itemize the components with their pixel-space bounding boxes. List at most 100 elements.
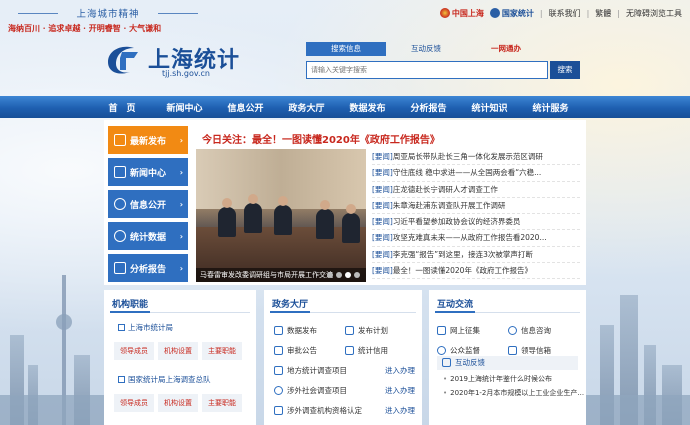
- news-item[interactable]: [要闻]周亚局长带队赴长三角一体化发展示范区调研: [372, 149, 580, 166]
- feedback-header[interactable]: 互动反馈: [437, 356, 578, 370]
- link-cn-shanghai[interactable]: 中国上海: [439, 8, 484, 19]
- sidetab-info-public[interactable]: 信息公开 ›: [108, 190, 188, 218]
- nav-home[interactable]: 首 页: [102, 101, 142, 114]
- top-links: 中国上海 国家统计 | 联系我们 | 繁體 | 无障碍浏览工具: [439, 6, 682, 20]
- city-skyline-right: [580, 255, 690, 425]
- interact-consult[interactable]: 信息咨询: [508, 320, 579, 340]
- chevron-right-icon: ›: [179, 199, 183, 209]
- news-item[interactable]: [要闻]庄龙德赴长宁调研人才调查工作: [372, 182, 580, 198]
- org2-leaders-button[interactable]: 领导成员: [114, 394, 154, 412]
- org-sh-stats-bureau[interactable]: 上海市统计局: [118, 322, 173, 333]
- logo-mark-icon: [108, 46, 138, 74]
- search-tab-onenet[interactable]: 一网通办: [466, 42, 546, 56]
- newspaper-icon: [114, 166, 126, 178]
- side-tabs: 最新发布 › 新闻中心 › 信息公开 › 统计数据 › 分析报告 ›: [108, 126, 188, 286]
- carousel-dots: [327, 272, 360, 278]
- feedback-item[interactable]: 2020年1-2月本市规模以上工业企业生产...: [443, 388, 584, 398]
- nav-gov-hall[interactable]: 政务大厅: [276, 101, 337, 114]
- news-item[interactable]: [要闻]守住底线 稳中求进——从全国两会看“六稳...: [372, 165, 580, 182]
- panel-interaction: 互动交流 网上征集 信息咨询 公众监督 领导信箱 互动反馈 2019上海统计年鉴…: [429, 290, 586, 425]
- carousel-dot[interactable]: [327, 272, 333, 278]
- panel-gov-hall: 政务大厅 数据发布 发布计划 审批公告 统计信用 地方统计调查项目 进入办理 涉外…: [264, 290, 422, 425]
- headline-link[interactable]: 今日关注：最全！一图读懂2020年《政府工作报告》: [202, 131, 440, 146]
- search-tab-info[interactable]: 搜索信息: [306, 42, 386, 56]
- mail-icon: [508, 345, 517, 355]
- globe-icon: [274, 385, 283, 395]
- carousel-dot[interactable]: [336, 272, 342, 278]
- chevron-right-icon: ›: [179, 263, 183, 273]
- news-item[interactable]: [要闻]李克强“报告”到这里，接连3次被掌声打断: [372, 247, 580, 264]
- chart-icon: [274, 325, 283, 335]
- link-national-stats[interactable]: 国家统计: [489, 8, 534, 19]
- certificate-icon: [274, 405, 283, 415]
- chevron-right-icon: ›: [179, 135, 183, 145]
- org1-structure-button[interactable]: 机构设置: [158, 342, 198, 360]
- carousel-dot[interactable]: [354, 272, 360, 278]
- nav-knowledge[interactable]: 统计知识: [459, 101, 520, 114]
- site-url: tjj.sh.gov.cn: [162, 69, 211, 78]
- building-icon: [118, 376, 125, 383]
- chevron-right-icon: ›: [179, 231, 183, 241]
- service-local-survey[interactable]: 地方统计调查项目 进入办理: [274, 360, 416, 380]
- search-input[interactable]: [306, 61, 548, 79]
- search-tab-feedback[interactable]: 互动反馈: [386, 42, 466, 56]
- news-photo-carousel[interactable]: 马春雷审发改委调研组与市局开展工作交流: [196, 149, 366, 282]
- slogan-subtitle: 海纳百川 · 追求卓越 · 开明睿智 · 大气谦和: [8, 23, 162, 33]
- interact-online-collect[interactable]: 网上征集: [437, 320, 508, 340]
- comment-icon: [442, 358, 451, 367]
- org1-functions-button[interactable]: 主要职能: [202, 342, 242, 360]
- enter-link[interactable]: 进入办理: [385, 365, 415, 376]
- link-accessibility[interactable]: 无障碍浏览工具: [626, 8, 682, 19]
- panel-title: 政务大厅: [272, 300, 309, 310]
- news-item[interactable]: [要闻]朱章海赴浦东调查队开展工作调研: [372, 198, 580, 215]
- nav-info-public[interactable]: 信息公开: [215, 101, 276, 114]
- news-item[interactable]: [要闻]习近平看望参加政协会议的经济界委员: [372, 214, 580, 231]
- feedback-item[interactable]: 2019上海统计年鉴什么时候公布: [443, 374, 552, 384]
- shield-icon: [345, 345, 354, 355]
- gov-release-plan[interactable]: 发布计划: [345, 320, 416, 340]
- edit-icon: [345, 325, 354, 335]
- nav-analysis[interactable]: 分析报告: [398, 101, 459, 114]
- nav-services[interactable]: 统计服务: [520, 101, 581, 114]
- panel-title: 互动交流: [437, 300, 474, 310]
- nav-news[interactable]: 新闻中心: [154, 101, 215, 114]
- org-nbs-survey-team[interactable]: 国家统计局上海调查总队: [118, 374, 211, 385]
- user-icon: [437, 345, 446, 355]
- news-item[interactable]: [要闻]最全！一图读懂2020年《政府工作报告》: [372, 263, 580, 280]
- news-section: 最新发布 › 新闻中心 › 信息公开 › 统计数据 › 分析报告 › 今日关注：最全！一图…: [104, 120, 586, 285]
- chart-icon: [114, 230, 126, 242]
- document-icon: [274, 365, 283, 375]
- search-button[interactable]: 搜索: [550, 61, 580, 79]
- slogan-title: 上海城市精神: [76, 9, 140, 20]
- nav-data-release[interactable]: 数据发布: [337, 101, 398, 114]
- gov-data-release[interactable]: 数据发布: [274, 320, 345, 340]
- enter-link[interactable]: 进入办理: [385, 405, 415, 416]
- gov-approval-notice[interactable]: 审批公告: [274, 340, 345, 360]
- org2-functions-button[interactable]: 主要职能: [202, 394, 242, 412]
- news-list: [要闻]周亚局长带队赴长三角一体化发展示范区调研 [要闻]守住底线 稳中求进——…: [372, 149, 580, 280]
- enter-link[interactable]: 进入办理: [385, 385, 415, 396]
- sidetab-news[interactable]: 新闻中心 ›: [108, 158, 188, 186]
- service-foreign-social-survey[interactable]: 涉外社会调查项目 进入办理: [274, 380, 416, 400]
- city-skyline-left: [0, 255, 110, 425]
- gov-stats-credit[interactable]: 统计信用: [345, 340, 416, 360]
- link-traditional[interactable]: 繁體: [595, 8, 611, 19]
- document-icon: [274, 345, 283, 355]
- stats-logo-icon: [489, 8, 500, 18]
- sidetab-latest[interactable]: 最新发布 ›: [108, 126, 188, 154]
- main-nav: 首 页 新闻中心 信息公开 政务大厅 数据发布 分析报告 统计知识 统计服务: [0, 96, 690, 118]
- report-icon: [114, 262, 126, 274]
- sidetab-analysis[interactable]: 分析报告 ›: [108, 254, 188, 282]
- org1-leaders-button[interactable]: 领导成员: [114, 342, 154, 360]
- headset-icon: [508, 325, 517, 335]
- city-slogan: 上海城市精神 海纳百川 · 追求卓越 · 开明睿智 · 大气谦和: [8, 6, 208, 36]
- link-contact[interactable]: 联系我们: [549, 8, 581, 19]
- site-logo[interactable]: 上海统计 tjj.sh.gov.cn: [104, 40, 254, 80]
- sidetab-stats-data[interactable]: 统计数据 ›: [108, 222, 188, 250]
- megaphone-icon: [114, 134, 126, 146]
- org2-structure-button[interactable]: 机构设置: [158, 394, 198, 412]
- news-item[interactable]: [要闻]攻坚克难真未来——从政府工作报告看2020...: [372, 230, 580, 247]
- carousel-dot-active[interactable]: [345, 272, 351, 278]
- chevron-right-icon: ›: [179, 167, 183, 177]
- service-foreign-survey-qualification[interactable]: 涉外调查机构资格认定 进入办理: [274, 400, 416, 420]
